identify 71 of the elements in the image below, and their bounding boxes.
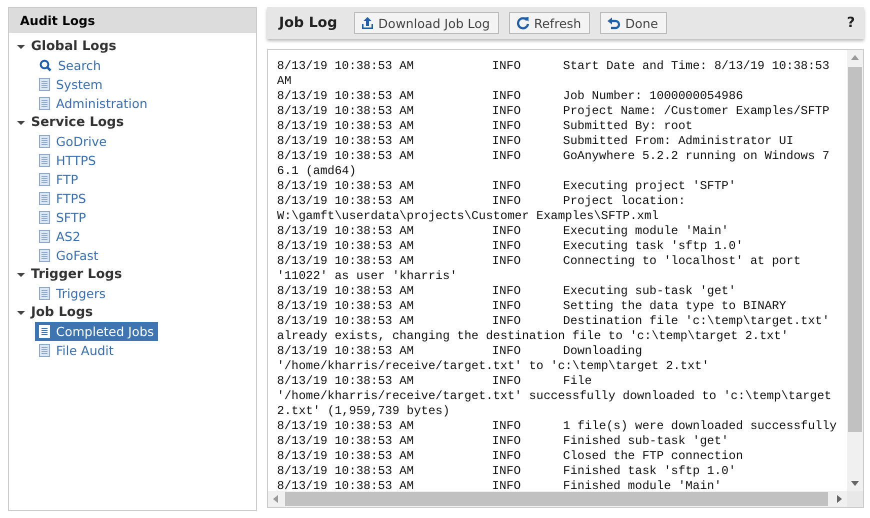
log-entry: 8/13/19 10:38:53 AM INFO Downloading '/home/kharris/receive/target.txt' to 'c:\temp\target 2.txt' xyxy=(277,344,710,374)
search-icon xyxy=(39,59,52,72)
expand-caret-icon xyxy=(17,270,25,278)
log-entry: 8/13/19 10:38:53 AM INFO Project Name: /Customer Examples/SFTP xyxy=(277,104,830,119)
up-arrow-icon[interactable] xyxy=(851,55,859,60)
tree-item[interactable]: FTPS xyxy=(35,189,90,208)
document-icon xyxy=(39,230,50,243)
log-entry: 8/13/19 10:38:53 AM INFO Executing module 'Main' xyxy=(277,224,730,239)
expand-caret-icon xyxy=(17,118,25,126)
log-entry: 8/13/19 10:38:53 AM INFO Finished sub-task 'get' xyxy=(277,434,730,449)
document-icon xyxy=(39,325,50,338)
horizontal-scrollbar[interactable] xyxy=(268,491,847,507)
document-icon xyxy=(39,135,50,148)
log-entry: 8/13/19 10:38:53 AM INFO Finished module 'Main' xyxy=(277,479,722,494)
help-link[interactable]: ? xyxy=(846,15,855,31)
tree-item[interactable]: GoFast xyxy=(35,246,102,265)
document-icon xyxy=(39,211,50,224)
document-icon xyxy=(39,154,50,167)
expand-caret-icon xyxy=(17,42,25,50)
panel-title: Job Log xyxy=(279,15,338,31)
tree-group[interactable]: Trigger Logs xyxy=(17,265,256,284)
log-entry: 8/13/19 10:38:53 AM INFO Executing sub-task 'get' xyxy=(277,284,737,299)
refresh-icon xyxy=(516,16,530,30)
tree-item[interactable]: Triggers xyxy=(35,284,110,303)
log-entry: 8/13/19 10:38:53 AM INFO Start Date and Time: 8/13/19 10:38:53 AM xyxy=(277,59,830,89)
log-entry: 8/13/19 10:38:53 AM INFO Finished task 'sftp 1.0' xyxy=(277,464,737,479)
document-icon xyxy=(39,173,50,186)
upload-icon xyxy=(361,16,374,30)
document-icon xyxy=(39,97,50,110)
download-button[interactable]: Download Job Log xyxy=(354,12,499,34)
left-arrow-icon[interactable] xyxy=(273,495,278,503)
vertical-scrollbar[interactable] xyxy=(847,50,863,491)
log-entry: 8/13/19 10:38:53 AM INFO GoAnywhere 5.2.2 running on Windows 7 6.1 (amd64) xyxy=(277,149,830,179)
refresh-button[interactable]: Refresh xyxy=(508,12,590,34)
expand-caret-icon xyxy=(17,308,25,316)
tree-group[interactable]: Global Logs xyxy=(17,37,256,56)
tree-item[interactable]: GoDrive xyxy=(35,132,111,151)
log-entry: 8/13/19 10:38:53 AM INFO Executing project 'SFTP' xyxy=(277,179,737,194)
down-arrow-icon[interactable] xyxy=(851,481,859,486)
panel-title: Audit Logs xyxy=(9,8,256,33)
log-entry: 8/13/19 10:38:53 AM INFO Connecting to 'localhost' at port '11022' as user 'kharris' xyxy=(277,254,802,284)
tree-item[interactable]: HTTPS xyxy=(35,151,100,170)
log-entry: 8/13/19 10:38:53 AM INFO File '/home/kharris/receive/target.txt' successfully downloaded to 'c:\temp\target 2.txt' (1,959,739 bytes) xyxy=(277,374,832,419)
tree-item[interactable]: SFTP xyxy=(35,208,90,227)
log-entry: 8/13/19 10:38:53 AM INFO 1 file(s) were downloaded successfully xyxy=(277,419,838,434)
document-icon xyxy=(39,192,50,205)
tree-item[interactable]: File Audit xyxy=(35,341,118,360)
log-entry: 8/13/19 10:38:53 AM INFO Executing task 'sftp 1.0' xyxy=(277,239,744,254)
log-entry: 8/13/19 10:38:53 AM INFO Destination file 'c:\temp\target.txt' already exists, changing the destination file to 'c:\temp\target 2.txt' xyxy=(277,314,830,344)
tree-item[interactable]: AS2 xyxy=(35,227,84,246)
tree-item[interactable]: FTP xyxy=(35,170,82,189)
tree-item[interactable]: Completed Jobs xyxy=(35,322,158,341)
document-icon xyxy=(39,287,50,300)
document-icon xyxy=(39,249,50,262)
tree-group[interactable]: Service Logs xyxy=(17,113,256,132)
document-icon xyxy=(39,78,50,91)
log-entry: 8/13/19 10:38:53 AM INFO Project location: W:\gamft\userdata\projects\Customer Examples\SFTP.xml xyxy=(277,194,686,224)
done-button[interactable]: Done xyxy=(600,12,668,34)
document-icon xyxy=(39,344,50,357)
scrollbar-corner xyxy=(847,491,863,507)
log-entry: 8/13/19 10:38:53 AM INFO Closed the FTP connection xyxy=(277,449,744,464)
log-entry: 8/13/19 10:38:53 AM INFO Setting the data type to BINARY xyxy=(277,299,788,314)
log-entry: 8/13/19 10:38:53 AM INFO Submitted From: Administrator UI xyxy=(277,134,794,149)
right-arrow-icon[interactable] xyxy=(837,495,842,503)
tree-item[interactable]: System xyxy=(35,75,107,94)
log-entry: 8/13/19 10:38:53 AM INFO Job Number: 1000000054986 xyxy=(277,89,744,104)
tree-item[interactable]: Search xyxy=(35,56,105,75)
tree-item[interactable]: Administration xyxy=(35,94,152,113)
tree-group[interactable]: Job Logs xyxy=(17,303,256,322)
log-entry: 8/13/19 10:38:53 AM INFO Submitted By: root xyxy=(277,119,694,134)
undo-icon xyxy=(607,16,622,30)
